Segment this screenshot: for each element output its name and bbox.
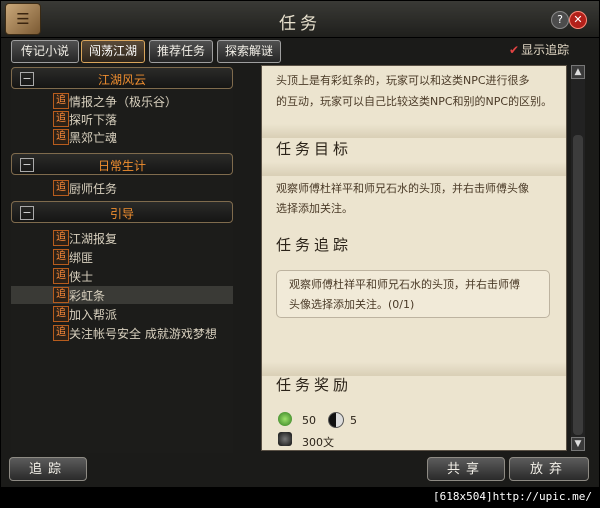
list-item[interactable]: 追加入帮派	[11, 305, 233, 323]
list-item[interactable]: 追关注帐号安全 成就游戏梦想	[11, 324, 233, 342]
list-item[interactable]: 追厨师任务	[11, 179, 233, 197]
track-tag-icon: 追	[53, 111, 69, 127]
list-item[interactable]: 追黑郊亡魂	[11, 128, 233, 146]
goal-line-1: 观察师傅杜祥平和师兄石水的头顶，并右击师傅头像	[276, 182, 529, 195]
list-item-label: 侠士	[69, 270, 94, 284]
list-item-selected[interactable]: 追彩虹条	[11, 286, 233, 304]
tab-biography-novel[interactable]: 传记小说	[11, 40, 79, 63]
show-track-label: 显示追踪	[521, 43, 570, 57]
list-item-label: 加入帮派	[69, 308, 118, 322]
track-tag-icon: 追	[53, 268, 69, 284]
detail-scrollbar[interactable]: ▲ ▼	[571, 65, 585, 451]
yin-yang-icon	[328, 412, 344, 428]
abandon-button[interactable]: 放弃	[509, 457, 589, 481]
reward-heading: 任务奖励	[276, 376, 353, 394]
reward-yin-yang-value: 5	[350, 414, 357, 427]
watermark-bar: [618x504]http://upic.me/	[0, 488, 600, 508]
track-line-2: 头像选择添加关注。(0/1)	[289, 298, 415, 311]
goal-heading: 任务目标	[276, 140, 353, 158]
category-header-jianghu[interactable]: − 江湖风云	[11, 67, 233, 89]
tab-bar: 传记小说 闯荡江湖 推荐任务 探索解谜 ✔ 显示追踪	[1, 38, 599, 63]
track-line-1: 观察师傅杜祥平和师兄石水的头顶，并右击师傅	[289, 278, 520, 291]
track-tag-icon: 追	[53, 325, 69, 341]
track-tag-icon: 追	[53, 249, 69, 265]
category-title: 江湖风云	[97, 73, 146, 87]
quest-window: ☰ 任务 ? ✕ 传记小说 闯荡江湖 推荐任务 探索解谜 ✔ 显示追踪 − 江湖风…	[0, 0, 600, 488]
share-button[interactable]: 共享	[427, 457, 505, 481]
category-header-daily[interactable]: − 日常生计	[11, 153, 233, 175]
close-button[interactable]: ✕	[569, 11, 587, 29]
category-title: 日常生计	[97, 159, 146, 173]
list-item-label: 彩虹条	[69, 289, 106, 303]
tab-explore-puzzles[interactable]: 探索解谜	[217, 40, 281, 63]
tab-recommended-quests[interactable]: 推荐任务	[149, 40, 213, 63]
list-item[interactable]: 追情报之争（极乐谷）	[11, 92, 233, 110]
track-tag-icon: 追	[53, 180, 69, 196]
scroll-up-icon[interactable]: ▲	[571, 65, 585, 79]
track-tag-icon: 追	[53, 306, 69, 322]
category-title: 引导	[109, 207, 134, 221]
list-item[interactable]: 追侠士	[11, 267, 233, 285]
quest-list: − 江湖风云 追情报之争（极乐谷） 追探听下落 追黑郊亡魂 − 日常生计 追厨师…	[11, 65, 233, 453]
watermark-text: [618x504]http://upic.me/	[433, 490, 592, 503]
track-box: 观察师傅杜祥平和师兄石水的头顶，并右击师傅 头像选择添加关注。(0/1)	[276, 270, 550, 318]
section-divider	[262, 124, 566, 138]
window-title: 任务	[279, 14, 321, 34]
section-divider	[262, 162, 566, 176]
list-item-label: 黑郊亡魂	[69, 131, 118, 145]
goal-line-2: 选择添加关注。	[276, 202, 353, 215]
list-item[interactable]: 追绑匪	[11, 248, 233, 266]
checkmark-icon: ✔	[509, 43, 520, 57]
track-tag-icon: 追	[53, 230, 69, 246]
list-item-label: 关注帐号安全 成就游戏梦想	[69, 327, 217, 341]
intro-line-1: 头顶上是有彩虹条的，玩家可以和这类NPC进行很多	[276, 74, 530, 87]
experience-icon	[278, 412, 292, 426]
show-track-toggle[interactable]: ✔ 显示追踪	[509, 41, 569, 58]
scroll-thumb[interactable]	[573, 135, 583, 435]
coins-icon	[278, 432, 292, 446]
list-item[interactable]: 追探听下落	[11, 110, 233, 128]
track-heading: 任务追踪	[276, 236, 353, 254]
list-item-label: 江湖报复	[69, 232, 118, 246]
title-bar: ☰ 任务 ? ✕	[1, 1, 599, 38]
track-tag-icon: 追	[53, 129, 69, 145]
reward-experience-value: 50	[302, 414, 316, 427]
list-item[interactable]: 追江湖报复	[11, 229, 233, 247]
list-item-label: 探听下落	[69, 113, 118, 127]
track-tag-icon: 追	[53, 93, 69, 109]
intro-line-2: 的互动，玩家可以自己比较这类NPC和别的NPC的区别。	[276, 95, 553, 108]
reward-coins-value: 300文	[302, 436, 334, 449]
scroll-down-icon[interactable]: ▼	[571, 437, 585, 451]
help-button[interactable]: ?	[551, 11, 569, 29]
category-header-guide[interactable]: − 引导	[11, 201, 233, 223]
quest-detail-panel: 头顶上是有彩虹条的，玩家可以和这类NPC进行很多 的互动，玩家可以自己比较这类N…	[261, 65, 567, 451]
track-tag-icon: 追	[53, 287, 69, 303]
track-button[interactable]: 追踪	[9, 457, 87, 481]
list-item-label: 厨师任务	[69, 182, 118, 196]
list-item-label: 绑匪	[69, 251, 94, 265]
tab-roam-jianghu[interactable]: 闯荡江湖	[81, 40, 145, 63]
list-item-label: 情报之争（极乐谷）	[69, 95, 178, 109]
